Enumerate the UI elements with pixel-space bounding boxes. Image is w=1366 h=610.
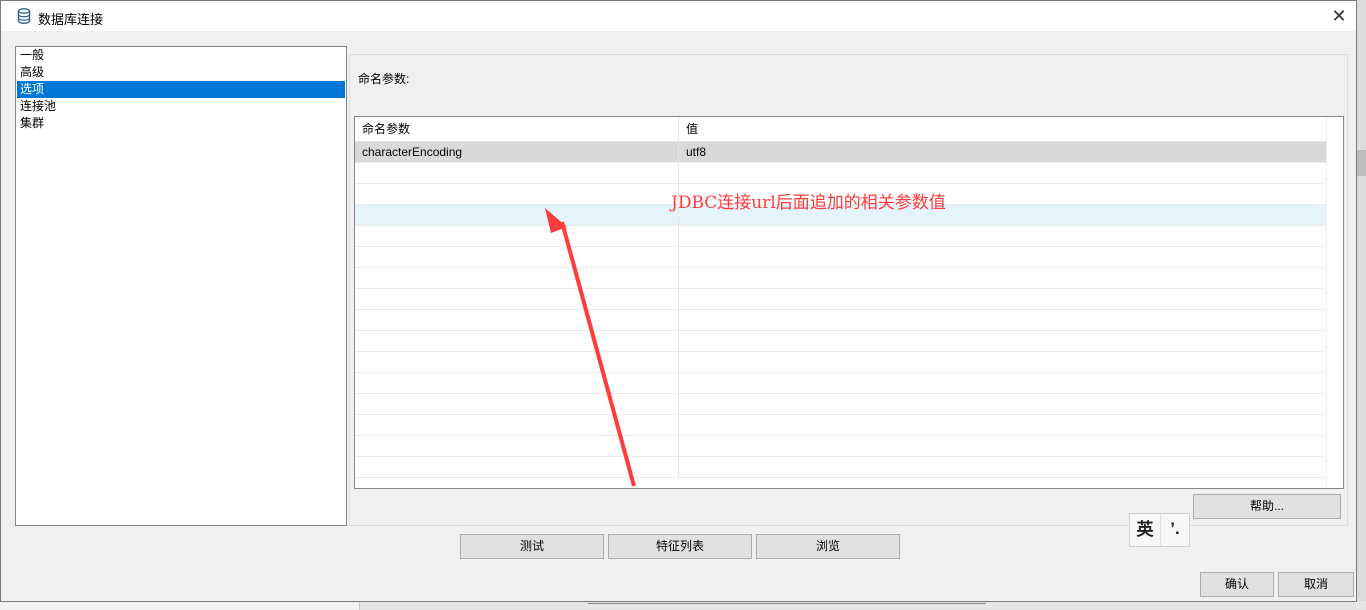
ime-indicator[interactable]: 英 ’. bbox=[1129, 513, 1190, 547]
nav-item[interactable]: 连接池 bbox=[17, 98, 345, 115]
empty-value-cell[interactable] bbox=[679, 268, 1327, 288]
close-icon: ✕ bbox=[1331, 5, 1347, 26]
empty-name-cell[interactable] bbox=[355, 268, 679, 288]
ime-punctuation[interactable]: ’. bbox=[1160, 514, 1189, 546]
empty-name-cell[interactable] bbox=[355, 415, 679, 435]
cancel-button[interactable]: 取消 bbox=[1278, 572, 1354, 597]
empty-value-cell[interactable] bbox=[679, 226, 1327, 246]
empty-table-row[interactable] bbox=[355, 226, 1327, 247]
empty-value-cell[interactable] bbox=[679, 352, 1327, 372]
category-list: 一般 高级 选项 连接池 集群 bbox=[15, 46, 347, 526]
empty-value-cell[interactable] bbox=[679, 247, 1327, 267]
named-params-grid[interactable]: 命名参数 值 characterEncoding utf8 bbox=[354, 116, 1344, 489]
close-button[interactable]: ✕ bbox=[1328, 5, 1350, 27]
empty-name-cell[interactable] bbox=[355, 457, 679, 477]
nav-item[interactable]: 高级 bbox=[17, 64, 345, 81]
empty-table-row[interactable] bbox=[355, 415, 1327, 436]
empty-name-cell[interactable] bbox=[355, 352, 679, 372]
empty-table-row[interactable] bbox=[355, 352, 1327, 373]
empty-table-row[interactable] bbox=[355, 289, 1327, 310]
empty-value-cell[interactable] bbox=[679, 457, 1327, 477]
grid-header: 命名参数 值 bbox=[355, 117, 1327, 142]
browse-button[interactable]: 浏览 bbox=[756, 534, 900, 559]
empty-name-cell[interactable] bbox=[355, 247, 679, 267]
ime-language[interactable]: 英 bbox=[1130, 514, 1160, 546]
empty-name-cell[interactable] bbox=[355, 184, 679, 204]
empty-value-cell[interactable] bbox=[679, 289, 1327, 309]
test-button[interactable]: 测试 bbox=[460, 534, 604, 559]
annotation-text: JDBC连接url后面追加的相关参数值 bbox=[671, 193, 946, 213]
empty-value-cell[interactable] bbox=[679, 394, 1327, 414]
empty-name-cell[interactable] bbox=[355, 331, 679, 351]
named-params-label: 命名参数: bbox=[358, 72, 410, 86]
feature-list-button[interactable]: 特征列表 bbox=[608, 534, 752, 559]
param-name-cell[interactable]: characterEncoding bbox=[355, 142, 679, 162]
empty-name-cell[interactable] bbox=[355, 394, 679, 414]
nav-item[interactable]: 一般 bbox=[17, 47, 345, 64]
empty-table-row[interactable] bbox=[355, 394, 1327, 415]
empty-name-cell[interactable] bbox=[355, 373, 679, 393]
desktop-background-bottom bbox=[0, 601, 1366, 610]
empty-value-cell[interactable] bbox=[679, 373, 1327, 393]
empty-table-row[interactable] bbox=[355, 247, 1327, 268]
table-row[interactable]: characterEncoding utf8 bbox=[355, 142, 1327, 163]
empty-name-cell[interactable] bbox=[355, 226, 679, 246]
empty-value-cell[interactable] bbox=[679, 415, 1327, 435]
empty-name-cell[interactable] bbox=[355, 163, 679, 183]
background-panel bbox=[0, 601, 360, 610]
background-scrollbar bbox=[1357, 150, 1366, 176]
empty-table-row[interactable] bbox=[355, 457, 1327, 478]
empty-table-row[interactable] bbox=[355, 268, 1327, 289]
nav-item[interactable]: 选项 bbox=[17, 81, 345, 98]
nav-item[interactable]: 集群 bbox=[17, 115, 345, 132]
database-icon bbox=[17, 8, 31, 24]
options-panel: 命名参数: 命名参数 值 characterEncoding utf8 帮助... bbox=[349, 54, 1348, 526]
titlebar: 数据库连接 ✕ bbox=[1, 1, 1356, 31]
grid-scrollbar[interactable] bbox=[1326, 117, 1343, 488]
empty-value-cell[interactable] bbox=[679, 436, 1327, 456]
empty-name-cell[interactable] bbox=[355, 310, 679, 330]
empty-table-row[interactable] bbox=[355, 163, 1327, 184]
param-value-cell[interactable]: utf8 bbox=[679, 142, 1327, 162]
background-line bbox=[588, 603, 986, 604]
database-connection-dialog: 数据库连接 ✕ 一般 高级 选项 连接池 集群 命名参数: 命名参数 值 charact… bbox=[0, 0, 1357, 602]
empty-table-row[interactable] bbox=[355, 373, 1327, 394]
ok-button[interactable]: 确认 bbox=[1200, 572, 1274, 597]
column-header-name[interactable]: 命名参数 bbox=[355, 117, 679, 142]
desktop-background-right bbox=[1357, 0, 1366, 610]
empty-table-row[interactable] bbox=[355, 310, 1327, 331]
window-title: 数据库连接 bbox=[38, 12, 104, 27]
empty-name-cell[interactable] bbox=[355, 205, 679, 225]
empty-name-cell[interactable] bbox=[355, 436, 679, 456]
empty-value-cell[interactable] bbox=[679, 331, 1327, 351]
empty-name-cell[interactable] bbox=[355, 289, 679, 309]
empty-value-cell[interactable] bbox=[679, 310, 1327, 330]
column-header-value[interactable]: 值 bbox=[679, 117, 1327, 142]
empty-table-row[interactable] bbox=[355, 331, 1327, 352]
help-button[interactable]: 帮助... bbox=[1193, 494, 1341, 519]
empty-value-cell[interactable] bbox=[679, 163, 1327, 183]
empty-table-row[interactable] bbox=[355, 436, 1327, 457]
